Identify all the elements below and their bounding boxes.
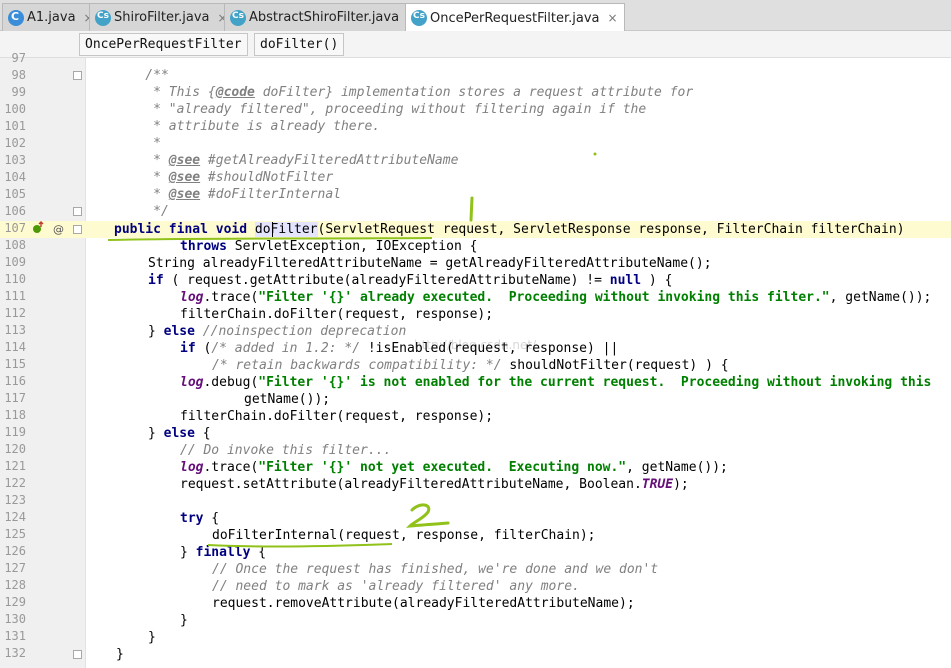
line-number: 132 — [4, 646, 26, 660]
code-line-130: } — [180, 613, 188, 628]
code-line-127: // Once the request has finished, we're … — [212, 562, 659, 577]
code-editor[interactable]: 97 98 99 100 101 102 103 104 105 106 107 108 109 110 1… — [0, 51, 951, 668]
line-number: 107 — [4, 221, 26, 235]
code-line-126: } finally { — [180, 545, 267, 560]
line-number: 110 — [4, 272, 26, 286]
code-line-104: * @see #shouldNotFilter — [114, 170, 334, 185]
line-number: 105 — [4, 187, 26, 201]
annotation-mark-1 — [469, 196, 474, 222]
tab-label: AbstractShiroFilter.java — [249, 10, 400, 25]
editor-tab-bar: A1.java × ShiroFilter.java × AbstractShi… — [0, 0, 951, 32]
tab-onceperrequestfilter-java[interactable]: OncePerRequestFilter.java × — [405, 3, 625, 32]
code-line-108: throws ServletException, IOException { — [180, 239, 478, 254]
code-line-112: filterChain.doFilter(request, response); — [180, 307, 494, 322]
code-line-102: * — [114, 136, 161, 151]
breadcrumb-class[interactable]: OncePerRequestFilter — [79, 33, 248, 56]
code-line-107: public final void doFilter(ServletReques… — [114, 222, 905, 237]
line-number: 100 — [4, 102, 26, 116]
tab-label: ShiroFilter.java — [114, 10, 210, 25]
code-line-99: * This {@code doFilter} implementation s… — [114, 85, 694, 100]
java-class-icon — [95, 9, 111, 26]
code-line-118: filterChain.doFilter(request, response); — [180, 409, 494, 424]
tab-label: OncePerRequestFilter.java — [430, 10, 600, 26]
code-line-129: request.removeAttribute(alreadyFilteredA… — [212, 596, 635, 611]
code-line-103: * @see #getAlreadyFilteredAttributeName — [114, 153, 459, 168]
line-number: 131 — [4, 629, 26, 643]
code-line-119: } else { — [148, 426, 211, 441]
code-line-113: } else //noinspection deprecation — [148, 324, 407, 339]
line-number: 125 — [4, 527, 26, 541]
tab-a1-java[interactable]: A1.java × — [2, 3, 101, 31]
stray-dot — [593, 152, 597, 156]
java-class-icon — [230, 9, 246, 26]
breadcrumb-method[interactable]: doFilter() — [254, 33, 345, 56]
code-line-111: log.trace("Filter '{}' already executed.… — [180, 290, 932, 305]
line-number: 101 — [4, 119, 26, 133]
line-number: 102 — [4, 136, 26, 150]
line-number: 119 — [4, 425, 26, 439]
code-line-101: * attribute is already there. — [114, 119, 381, 134]
line-number: 124 — [4, 510, 26, 524]
java-class-icon — [411, 10, 427, 26]
code-line-100: * "already filtered", proceeding without… — [114, 102, 647, 117]
line-number: 126 — [4, 544, 26, 558]
line-number: 123 — [4, 493, 26, 507]
line-number: 115 — [4, 357, 26, 371]
fold-marker[interactable] — [73, 650, 82, 659]
line-number: 116 — [4, 374, 26, 388]
text-caret — [272, 222, 273, 237]
line-number: 98 — [11, 68, 26, 82]
code-line-125: doFilterInternal(request, response, filt… — [212, 528, 596, 543]
code-line-121: log.trace("Filter '{}' not yet executed.… — [180, 460, 728, 475]
close-icon[interactable]: × — [608, 11, 618, 25]
tab-abstractshirofilter-java[interactable]: AbstractShiroFilter.java × — [224, 3, 425, 31]
line-number: 114 — [4, 340, 26, 354]
code-line-106: */ — [114, 204, 169, 219]
code-line-116: log.debug("Filter '{}' is not enabled fo… — [180, 375, 932, 390]
line-number: 120 — [4, 442, 26, 456]
annotation-marker: @ — [53, 223, 64, 236]
fold-marker[interactable] — [73, 225, 82, 234]
code-line-110: if ( request.getAttribute(alreadyFiltere… — [148, 273, 673, 288]
line-number: 129 — [4, 595, 26, 609]
method-name-highlight: doFilter — [254, 222, 318, 237]
tab-shirofilter-java[interactable]: ShiroFilter.java × — [89, 3, 235, 31]
code-line-128: // need to mark as 'already filtered' an… — [212, 579, 580, 594]
java-class-icon — [8, 9, 24, 26]
fold-marker[interactable] — [73, 71, 82, 80]
code-line-122: request.setAttribute(alreadyFilteredAttr… — [180, 477, 689, 492]
line-number: 127 — [4, 561, 26, 575]
line-number: 104 — [4, 170, 26, 184]
fold-marker[interactable] — [73, 207, 82, 216]
line-number: 103 — [4, 153, 26, 167]
code-line-115: /* retain backwards compatibility: */ sh… — [212, 358, 729, 373]
line-number: 122 — [4, 476, 26, 490]
code-line-105: * @see #doFilterInternal — [114, 187, 341, 202]
breadcrumb: OncePerRequestFilter doFilter() — [0, 31, 951, 58]
code-line-131: } — [148, 630, 156, 645]
line-number: 111 — [4, 289, 26, 303]
code-line-109: String alreadyFilteredAttributeName = ge… — [148, 256, 712, 271]
line-number: 113 — [4, 323, 26, 337]
code-line-124: try { — [180, 511, 220, 526]
line-number: 97 — [11, 51, 26, 65]
line-number: 128 — [4, 578, 26, 592]
line-number: 117 — [4, 391, 26, 405]
override-icon[interactable] — [32, 221, 44, 240]
code-line-98: /** — [114, 68, 169, 83]
line-number: 118 — [4, 408, 26, 422]
line-number: 108 — [4, 238, 26, 252]
annotation-mark-2 — [405, 503, 450, 528]
code-line-132: } — [116, 647, 124, 662]
line-number: 106 — [4, 204, 26, 218]
line-number: 99 — [11, 85, 26, 99]
code-line-114: if (/* added in 1.2: */ !isEnabled(reque… — [180, 341, 619, 356]
code-line-117: getName()); — [244, 392, 331, 407]
line-number: 109 — [4, 255, 26, 269]
code-line-120: // Do invoke this filter... — [180, 443, 392, 458]
tab-label: A1.java — [27, 10, 76, 25]
line-number: 130 — [4, 612, 26, 626]
line-number: 112 — [4, 306, 26, 320]
line-number: 121 — [4, 459, 26, 473]
